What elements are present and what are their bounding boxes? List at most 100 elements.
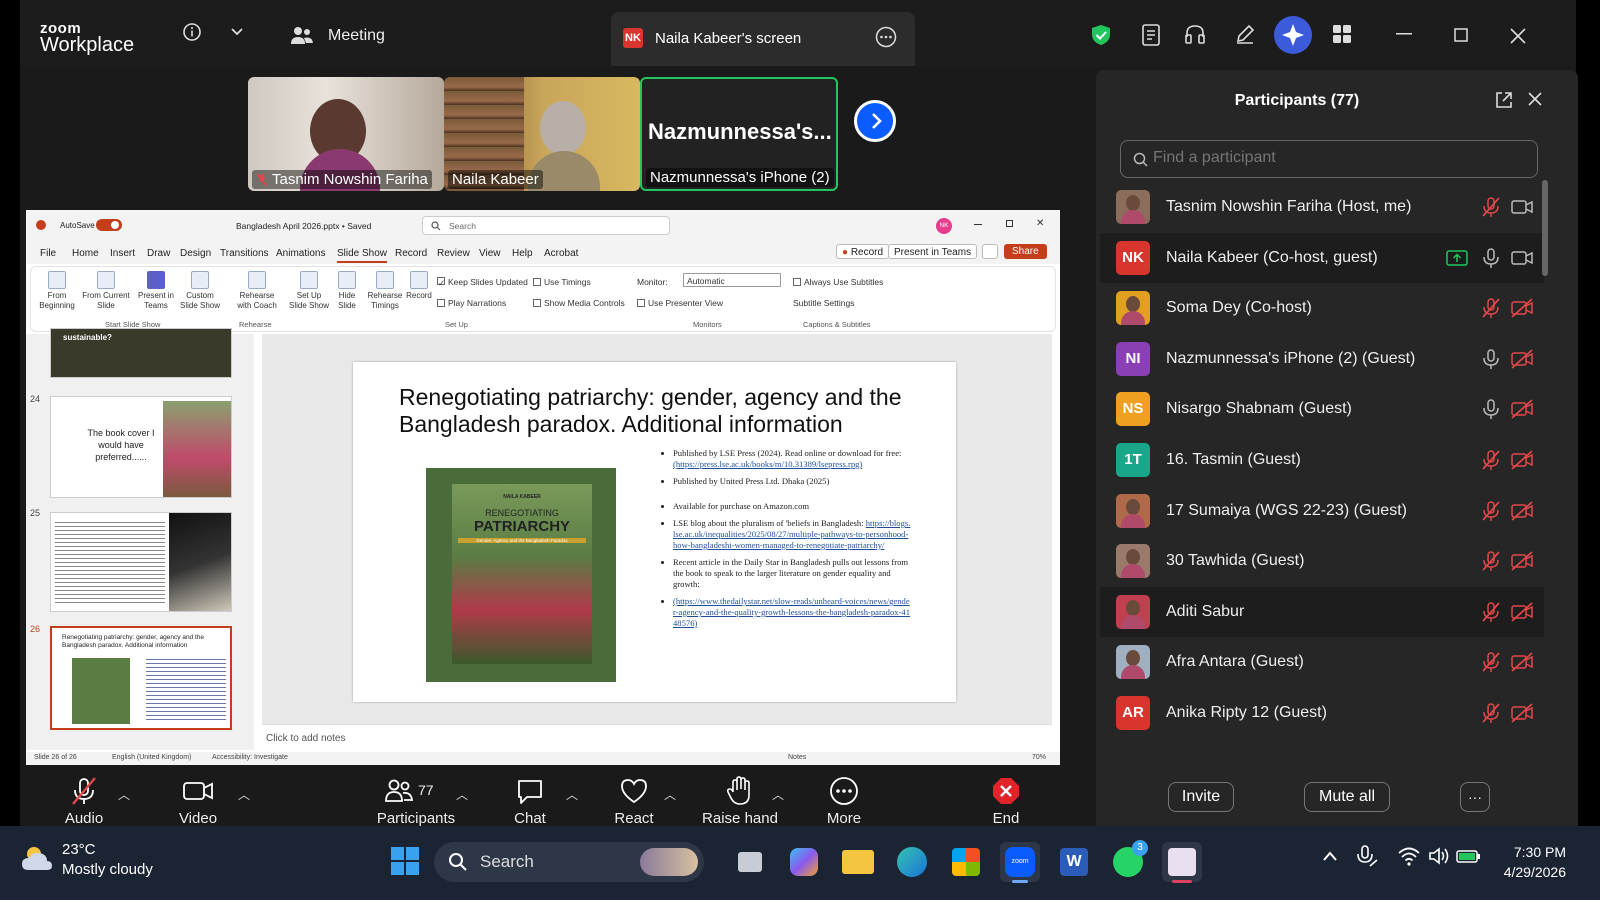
record-button[interactable]: ● Record xyxy=(836,244,890,259)
more-button[interactable]: More xyxy=(804,776,884,827)
notes-icon[interactable] xyxy=(1141,23,1163,47)
mic-muted-icon[interactable] xyxy=(1480,500,1502,522)
file-explorer-icon[interactable] xyxy=(838,842,878,882)
next-page-arrow-button[interactable] xyxy=(854,100,896,142)
ppt-minimize-icon[interactable] xyxy=(974,224,982,225)
mic-icon[interactable] xyxy=(1480,348,1502,370)
slide-thumbnail[interactable]: sustainable? xyxy=(50,328,232,378)
mic-muted-icon[interactable] xyxy=(1480,702,1502,724)
use-timings-checkbox[interactable]: Use Timings xyxy=(533,277,591,287)
rehearse-timings-button[interactable]: Rehearse Timings xyxy=(365,271,405,311)
tab-acrobat[interactable]: Acrobat xyxy=(544,248,578,259)
mic-muted-icon[interactable] xyxy=(1480,196,1502,218)
hide-slide-button[interactable]: Hide Slide xyxy=(333,271,361,311)
tab-review[interactable]: Review xyxy=(437,248,470,259)
participant-row[interactable]: Tasnim Nowshin Fariha (Host, me) xyxy=(1100,182,1544,232)
tab-design[interactable]: Design xyxy=(180,248,211,259)
taskbar-search[interactable]: Search xyxy=(434,842,704,882)
search-box[interactable]: Search xyxy=(422,216,670,235)
slide-thumbnail[interactable]: The book cover I would have preferred...… xyxy=(50,396,232,498)
participant-row[interactable]: 30 Tawhida (Guest) xyxy=(1100,536,1544,586)
more-options-button[interactable]: ··· xyxy=(1460,782,1490,812)
participant-row[interactable]: Afra Antara (Guest) xyxy=(1100,637,1544,687)
tab-draw[interactable]: Draw xyxy=(147,248,170,259)
participant-row[interactable]: NK Naila Kabeer (Co-host, guest) xyxy=(1100,232,1544,283)
react-options-caret[interactable]: ︿ xyxy=(664,786,676,803)
mic-muted-icon[interactable] xyxy=(1480,550,1502,572)
chevron-down-icon[interactable] xyxy=(230,24,244,38)
video-off-icon[interactable] xyxy=(1510,500,1534,522)
chevron-up-icon[interactable] xyxy=(1322,850,1338,862)
tab-record[interactable]: Record xyxy=(395,248,427,259)
video-off-icon[interactable] xyxy=(1510,348,1534,370)
mic-icon[interactable] xyxy=(1480,398,1502,420)
scrollbar[interactable] xyxy=(1542,180,1548,276)
always-use-subtitles-checkbox[interactable]: Always Use Subtitles xyxy=(793,277,883,287)
microsoft-store-icon[interactable] xyxy=(946,842,986,882)
video-tile[interactable]: Tasnim Nowshin Fariha xyxy=(248,77,444,191)
participant-row[interactable]: Aditi Sabur xyxy=(1100,586,1544,637)
present-in-teams-ribbon-button[interactable]: Present in Teams xyxy=(135,271,177,311)
video-button[interactable]: Video xyxy=(158,776,238,827)
video-icon[interactable] xyxy=(1510,196,1534,218)
monitor-select[interactable]: Automatic xyxy=(683,273,781,287)
participant-row[interactable]: NS Nisargo Shabnam (Guest) xyxy=(1100,384,1544,434)
record-ribbon-button[interactable]: Record xyxy=(405,271,433,301)
lse-press-link[interactable]: (https://press.lse.ac.uk/books/m/10.3138… xyxy=(673,459,862,469)
ai-companion-icon[interactable] xyxy=(1274,16,1312,54)
rehearse-with-coach-button[interactable]: Rehearse with Coach xyxy=(235,271,279,311)
video-options-caret[interactable]: ︿ xyxy=(238,786,250,803)
meeting-tab[interactable]: Meeting xyxy=(328,27,385,45)
current-slide[interactable]: Renegotiating patriarchy: gender, agency… xyxy=(353,362,956,702)
video-off-icon[interactable] xyxy=(1510,398,1534,420)
mute-all-button[interactable]: Mute all xyxy=(1304,782,1390,812)
present-in-teams-button[interactable]: Present in Teams xyxy=(888,244,978,259)
end-button[interactable]: End xyxy=(966,776,1046,827)
share-button[interactable]: Share xyxy=(1004,244,1047,259)
task-view-icon[interactable] xyxy=(730,842,770,882)
subtitle-settings-button[interactable]: Subtitle Settings xyxy=(793,298,854,308)
tab-view[interactable]: View xyxy=(479,248,501,259)
file-title[interactable]: Bangladesh April 2026.pptx • Saved xyxy=(236,221,371,231)
video-tile[interactable]: Naila Kabeer xyxy=(444,77,640,191)
participant-row[interactable]: NI Nazmunnessa's iPhone (2) (Guest) xyxy=(1100,334,1544,384)
notes-pane[interactable]: Click to add notes xyxy=(262,724,1052,752)
tab-slide-show[interactable]: Slide Show xyxy=(337,248,388,263)
mic-muted-icon[interactable] xyxy=(1480,449,1502,471)
chat-button[interactable]: Chat xyxy=(490,776,570,827)
custom-slide-show-button[interactable]: Custom Slide Show xyxy=(177,271,223,311)
raise-hand-options-caret[interactable]: ︿ xyxy=(772,786,784,803)
autosave-toggle[interactable] xyxy=(96,219,122,231)
video-off-icon[interactable] xyxy=(1510,449,1534,471)
video-off-icon[interactable] xyxy=(1510,550,1534,572)
tab-transitions[interactable]: Transitions xyxy=(220,248,269,259)
minimize-icon[interactable] xyxy=(1396,32,1412,36)
participant-row[interactable]: 17 Sumaiya (WGS 22-23) (Guest) xyxy=(1100,486,1544,536)
video-off-icon[interactable] xyxy=(1510,702,1534,724)
popout-icon[interactable] xyxy=(1494,90,1514,110)
weather-cloud-icon[interactable] xyxy=(20,844,54,874)
edge-browser-icon[interactable] xyxy=(892,842,932,882)
react-button[interactable]: React xyxy=(594,776,674,827)
wifi-icon[interactable] xyxy=(1398,846,1420,866)
video-icon[interactable] xyxy=(1510,247,1534,269)
copilot-icon[interactable] xyxy=(784,842,824,882)
tab-help[interactable]: Help xyxy=(512,248,533,259)
video-tile-active-speaker[interactable]: Nazmunnessa's... Nazmunnessa's iPhone (2… xyxy=(640,77,838,191)
video-off-icon[interactable] xyxy=(1510,601,1534,623)
apps-grid-icon[interactable] xyxy=(1332,24,1352,44)
tab-animations[interactable]: Animations xyxy=(276,248,325,259)
video-off-icon[interactable] xyxy=(1510,651,1534,673)
mic-muted-icon[interactable] xyxy=(1480,601,1502,623)
user-avatar[interactable]: NK xyxy=(936,218,952,234)
mic-muted-icon[interactable] xyxy=(1480,651,1502,673)
mic-muted-icon[interactable] xyxy=(1480,297,1502,319)
use-presenter-view-checkbox[interactable]: Use Presenter View xyxy=(637,298,723,308)
screen-share-tab[interactable]: NK Naila Kabeer's screen xyxy=(611,12,915,66)
invite-button[interactable]: Invite xyxy=(1168,782,1234,812)
maximize-icon[interactable] xyxy=(1454,28,1468,42)
slide-title[interactable]: Renegotiating patriarchy: gender, agency… xyxy=(399,384,919,438)
whatsapp-icon[interactable]: 3 xyxy=(1108,840,1148,882)
slide-thumbnail-selected[interactable]: Renegotiating patriarchy: gender, agency… xyxy=(50,626,232,730)
screen-share-icon[interactable] xyxy=(1446,249,1468,267)
